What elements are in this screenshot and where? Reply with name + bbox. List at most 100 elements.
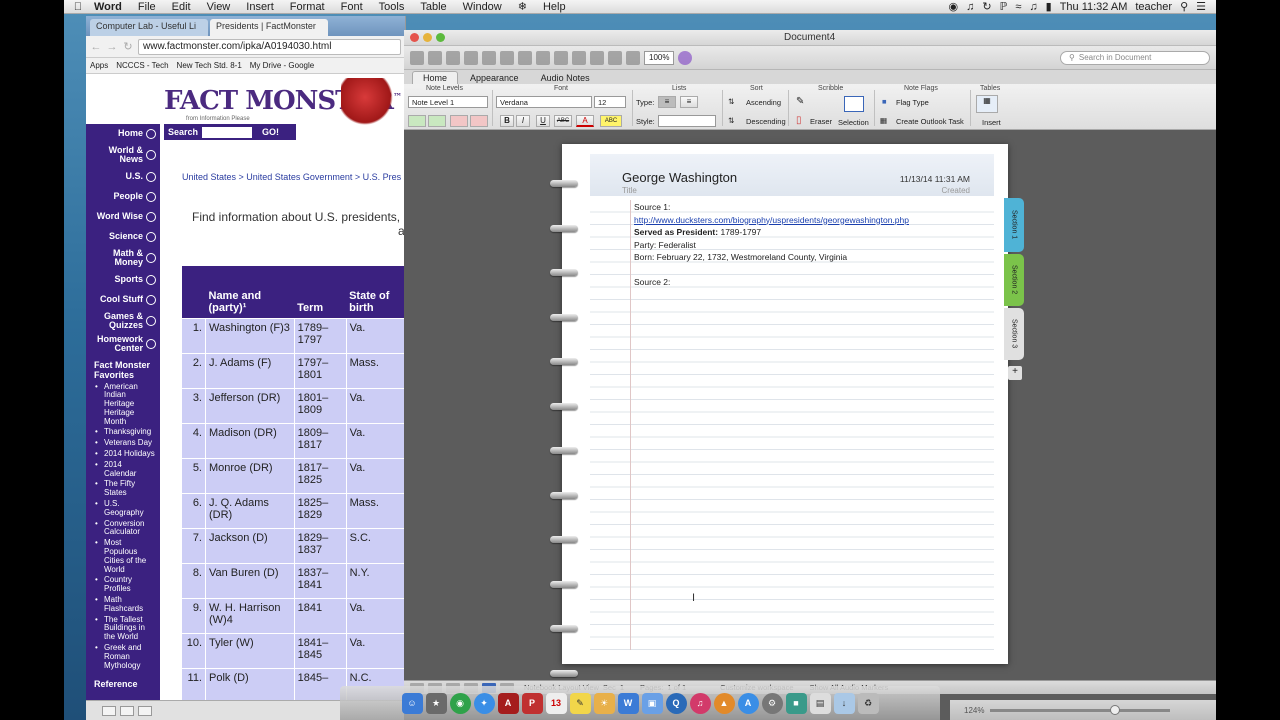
eraser-button[interactable]: Eraser	[810, 117, 832, 126]
quicktime-icon[interactable]: Q	[665, 692, 687, 714]
format-painter-icon[interactable]	[554, 50, 568, 65]
outlook-task-icon[interactable]: ▦	[880, 116, 887, 125]
app-icon[interactable]: ■	[785, 692, 807, 714]
zoom-select[interactable]: 100%	[644, 50, 675, 65]
itunes-icon[interactable]: ♫	[689, 692, 711, 714]
site-search-input[interactable]	[202, 126, 253, 138]
section-tab-3[interactable]: Section 3	[1004, 308, 1024, 360]
bluetooth-icon[interactable]: ℙ	[1000, 0, 1008, 13]
note-title[interactable]: George Washington	[622, 170, 737, 185]
sidebar-nav-item[interactable]: Homework Center	[86, 333, 160, 356]
sidebar-nav-item[interactable]: Sports	[86, 270, 160, 290]
paste-icon[interactable]	[536, 50, 550, 65]
note-line[interactable]: Source 1:	[634, 202, 670, 212]
zoom-slider-knob[interactable]	[1110, 704, 1121, 715]
favorites-link[interactable]: 2014 Calendar	[86, 460, 160, 480]
word-icon[interactable]: W	[617, 692, 639, 714]
eraser-icon[interactable]: ▯	[796, 115, 802, 126]
browser-tab-active[interactable]: Presidents | FactMonster	[210, 19, 328, 36]
tab-audio-notes[interactable]: Audio Notes	[531, 72, 600, 84]
clock[interactable]: Thu 11:32 AM	[1060, 1, 1128, 13]
battery-icon[interactable]: ▮	[1046, 0, 1052, 13]
president-name[interactable]: W. H. Harrison (W)4	[205, 597, 295, 634]
favorites-link[interactable]: American Indian Heritage Heritage Month	[86, 382, 160, 428]
favorites-link[interactable]: Conversion Calculator	[86, 519, 160, 539]
notebook-page[interactable]: George Washington Title 11/13/14 11:31 A…	[550, 144, 1008, 677]
note-level-select[interactable]: Note Level 1	[408, 96, 488, 108]
system-preferences-icon[interactable]: ⚙	[761, 692, 783, 714]
president-name[interactable]: Monroe (DR)	[205, 457, 295, 494]
bullets-icon[interactable]: ≡	[658, 96, 676, 108]
volume-icon[interactable]: ♫	[1029, 1, 1037, 13]
menu-tools[interactable]: Tools	[371, 1, 413, 13]
print-icon[interactable]	[482, 50, 496, 65]
president-name[interactable]: Madison (DR)	[205, 422, 295, 459]
trash-icon[interactable]: ♻	[857, 692, 879, 714]
pilcrow-icon[interactable]	[608, 50, 622, 65]
table-grid-icon[interactable]: ▦	[976, 95, 998, 113]
create-outlook-task-button[interactable]: Create Outlook Task	[896, 117, 964, 126]
flag-icon[interactable]: ■	[882, 97, 887, 106]
sidebar-nav-item[interactable]: Math & Money	[86, 247, 160, 270]
sort-descending-button[interactable]: Descending	[746, 117, 786, 126]
help-icon[interactable]	[678, 50, 693, 65]
president-name[interactable]: Tyler (W)	[205, 632, 295, 669]
numbering-icon[interactable]: ≡	[680, 96, 698, 108]
demote-icon[interactable]	[428, 115, 446, 127]
note-line[interactable]: http://www.ducksters.com/biography/uspre…	[634, 215, 909, 225]
spotlight-icon[interactable]: ⚲	[1180, 0, 1188, 13]
publisher-icon[interactable]: P	[521, 692, 543, 714]
favorites-link[interactable]: Country Profiles	[86, 575, 160, 595]
note-line[interactable]: Born: February 22, 1732, Westmoreland Co…	[634, 252, 847, 262]
font-select[interactable]: Verdana	[496, 96, 592, 108]
flag-type-button[interactable]: Flag Type	[896, 98, 929, 107]
strikethrough-button[interactable]: ABC	[554, 115, 572, 127]
redo-icon[interactable]	[590, 50, 604, 65]
bookmark-ncccs[interactable]: NCCCS - Tech	[116, 61, 168, 70]
favorites-link[interactable]: The Tallest Buildings in the World	[86, 615, 160, 643]
menu-app[interactable]: Word	[86, 1, 130, 13]
menu-file[interactable]: File	[130, 1, 164, 13]
notification-icon[interactable]: ☰	[1196, 0, 1206, 13]
menu-insert[interactable]: Insert	[238, 1, 282, 13]
back-icon[interactable]: ←	[90, 41, 102, 53]
menu-help[interactable]: Help	[535, 1, 574, 13]
selection-button[interactable]: Selection	[838, 118, 869, 127]
view-outline-icon[interactable]	[120, 705, 134, 716]
forward-icon[interactable]: →	[106, 41, 118, 53]
headphones-icon[interactable]: ♫	[966, 1, 974, 13]
close-icon[interactable]	[410, 33, 419, 42]
copy-icon[interactable]	[518, 50, 532, 65]
promote-icon[interactable]	[408, 115, 426, 127]
move-up-icon[interactable]	[450, 115, 468, 127]
acrobat-icon[interactable]: A	[497, 692, 519, 714]
view-publish-icon[interactable]	[138, 705, 152, 716]
chrome-icon[interactable]: ◉	[449, 692, 471, 714]
gallery-icon[interactable]	[428, 50, 442, 65]
calendar-icon[interactable]: 13	[545, 692, 567, 714]
menu-edit[interactable]: Edit	[164, 1, 199, 13]
underline-button[interactable]: U	[536, 115, 550, 127]
sidebar-nav-item[interactable]: Home	[86, 124, 160, 144]
document-icon[interactable]: ▤	[809, 692, 831, 714]
tab-appearance[interactable]: Appearance	[460, 72, 529, 84]
script-icon[interactable]: ❄	[510, 0, 535, 13]
note-line[interactable]: Served as President: 1789-1797	[634, 227, 761, 237]
sidebar-toggle-icon[interactable]	[626, 50, 640, 65]
record-icon[interactable]: ◉	[949, 0, 959, 13]
president-name[interactable]: J. Adams (F)	[205, 352, 295, 389]
sidebar-nav-item[interactable]: Games & Quizzes	[86, 310, 160, 333]
favorites-link[interactable]: Most Populous Cities of the World	[86, 538, 160, 575]
bold-button[interactable]: B	[500, 115, 514, 127]
note-line[interactable]: Party: Federalist	[634, 240, 696, 250]
note-line[interactable]: Source 2:	[634, 277, 670, 287]
timemachine-icon[interactable]: ↻	[982, 0, 991, 13]
browser-tab[interactable]: Computer Lab - Useful Li	[90, 19, 208, 36]
cut-icon[interactable]	[500, 50, 514, 65]
sort-ascending-icon[interactable]: ⇅	[728, 97, 734, 106]
user-name[interactable]: teacher	[1135, 1, 1172, 13]
breadcrumb[interactable]: United States > United States Government…	[182, 172, 401, 182]
source-link[interactable]: http://www.ducksters.com/biography/uspre…	[634, 215, 909, 225]
president-name[interactable]: Van Buren (D)	[205, 562, 295, 599]
photo-icon[interactable]: ☀	[593, 692, 615, 714]
